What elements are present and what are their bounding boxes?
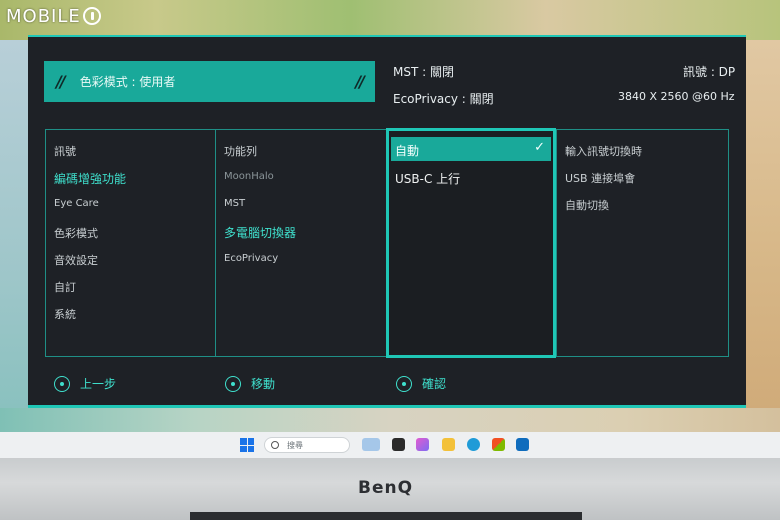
monitor-bezel: BenQ xyxy=(0,458,780,520)
option-auto[interactable]: 自動 ✓ xyxy=(391,137,551,161)
monitor-stand xyxy=(190,512,582,520)
nav-confirm-hint[interactable]: 確認 xyxy=(396,375,446,392)
ecoprivacy-status: EcoPrivacy : 關閉 xyxy=(393,92,494,106)
description-line-3: 自動切換 xyxy=(565,199,609,212)
menu-item-eye-care[interactable]: Eye Care xyxy=(54,198,99,209)
nav-move-label: 移動 xyxy=(251,377,276,391)
menu-item-audio[interactable]: 音效設定 xyxy=(54,252,98,268)
background-scene-left xyxy=(0,40,30,435)
copilot-icon[interactable] xyxy=(416,438,429,451)
nav-back-hint[interactable]: 上一步 xyxy=(54,375,116,392)
windows-start-icon[interactable] xyxy=(240,438,254,452)
option-column: 自動 ✓ USB-C 上行 xyxy=(386,128,556,358)
search-icon xyxy=(271,441,279,449)
menu-item-custom[interactable]: 自訂 xyxy=(54,279,76,295)
color-mode-banner: // 色彩模式 : 使用者 // xyxy=(44,61,375,102)
watermark-logo: MOBILE xyxy=(6,4,101,28)
submenu-item-kvm-switch[interactable]: 多電腦切換器 xyxy=(224,224,296,241)
file-explorer-icon[interactable] xyxy=(442,438,455,451)
submenu-column: 功能列 MoonHalo MST 多電腦切換器 EcoPrivacy xyxy=(216,130,386,356)
description-line-1: 輸入訊號切換時 xyxy=(565,145,642,158)
joystick-left-icon xyxy=(54,375,70,392)
menu-item-system[interactable]: 系統 xyxy=(54,306,76,322)
option-usb-c-upstream[interactable]: USB-C 上行 xyxy=(395,170,460,187)
menu-grid: 訊號 編碼增強功能 Eye Care 色彩模式 音效設定 自訂 系統 功能列 M… xyxy=(45,128,729,358)
taskbar-search[interactable]: 搜尋 xyxy=(264,437,350,453)
signal-status: 訊號 : DP xyxy=(683,65,736,79)
menu-item-signal[interactable]: 訊號 xyxy=(54,143,76,159)
main-menu-column: 訊號 編碼增強功能 Eye Care 色彩模式 音效設定 自訂 系統 xyxy=(46,130,216,356)
watermark-text: MOBILE xyxy=(6,5,81,27)
double-slash-icon: // xyxy=(355,72,365,91)
outlook-icon[interactable] xyxy=(516,438,529,451)
edge-icon[interactable] xyxy=(467,438,480,451)
nav-back-label: 上一步 xyxy=(80,377,117,391)
background-scene-right xyxy=(746,40,780,435)
task-view-icon[interactable] xyxy=(392,438,405,451)
background-scene-top xyxy=(0,0,780,40)
submenu-item-function-bar[interactable]: 功能列 xyxy=(224,143,257,159)
menu-item-color-mode[interactable]: 色彩模式 xyxy=(54,225,98,241)
menu-item-encoding-enhance[interactable]: 編碼增強功能 xyxy=(54,170,126,187)
nav-confirm-label: 確認 xyxy=(422,377,447,391)
resolution-status: 3840 X 2560 @60 Hz xyxy=(618,90,735,103)
joystick-press-icon xyxy=(396,375,412,392)
watermark-circle-icon xyxy=(82,7,101,25)
taskbar-search-placeholder: 搜尋 xyxy=(287,440,303,450)
joystick-updown-icon xyxy=(225,375,241,392)
background-scene-bottom xyxy=(0,408,780,435)
widgets-icon[interactable] xyxy=(362,438,380,451)
double-slash-icon: // xyxy=(56,72,66,91)
submenu-item-mst[interactable]: MST xyxy=(224,198,245,209)
osd-menu-panel: // 色彩模式 : 使用者 // MST : 關閉 訊號 : DP EcoPri… xyxy=(28,35,746,408)
description-column: 輸入訊號切換時 USB 連接埠會 自動切換 xyxy=(556,130,728,356)
monitor-brand-logo: BenQ xyxy=(358,478,414,498)
store-icon[interactable] xyxy=(492,438,505,451)
checkmark-icon: ✓ xyxy=(534,140,545,155)
nav-move-hint[interactable]: 移動 xyxy=(225,375,275,392)
color-mode-label: 色彩模式 : 使用者 xyxy=(79,75,176,89)
submenu-item-ecoprivacy[interactable]: EcoPrivacy xyxy=(224,253,278,264)
mst-status: MST : 關閉 xyxy=(393,65,454,79)
windows-taskbar: 搜尋 xyxy=(0,432,780,458)
submenu-item-moonhalo[interactable]: MoonHalo xyxy=(224,171,274,182)
option-auto-label: 自動 xyxy=(395,144,420,158)
description-line-2: USB 連接埠會 xyxy=(565,172,636,185)
